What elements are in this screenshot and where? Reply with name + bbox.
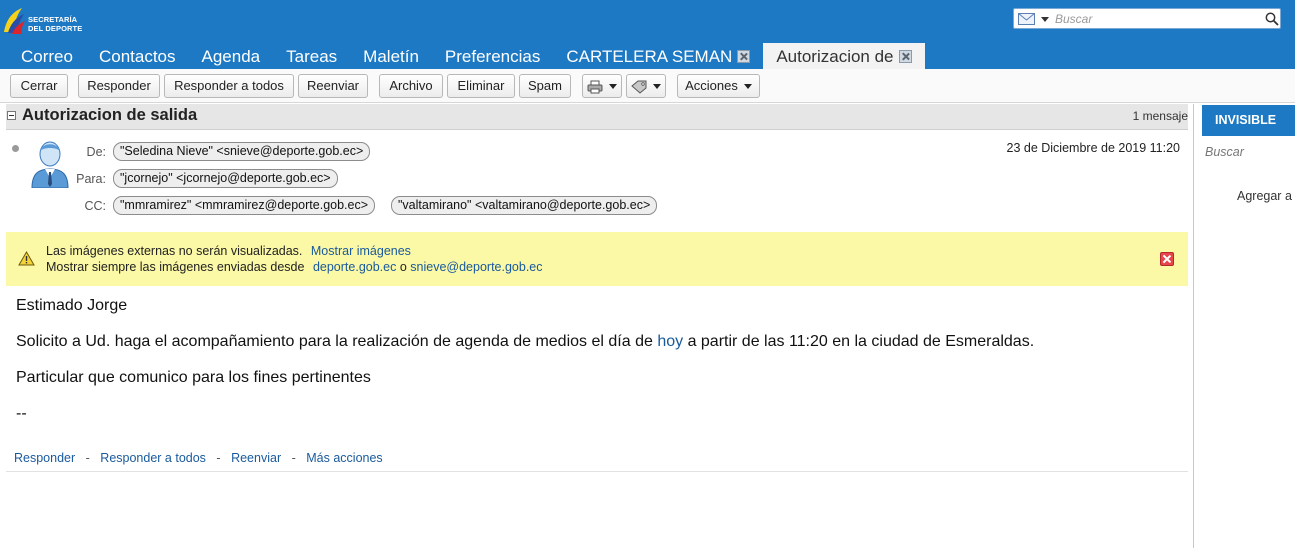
separator: - [291, 451, 296, 465]
tab-cartelera[interactable]: CARTELERA SEMAN [553, 43, 763, 69]
warning-icon [18, 251, 35, 266]
tab-maletin[interactable]: Maletín [350, 43, 432, 69]
to-label: Para: [76, 172, 106, 186]
tab-autorizacion[interactable]: Autorizacion de [763, 43, 925, 69]
separator: - [216, 451, 221, 465]
body-greeting: Estimado Jorge [16, 297, 128, 314]
tab-label: Contactos [98, 46, 176, 66]
right-panel-search[interactable]: Buscar [1205, 145, 1244, 159]
logo-line-2: DEL DEPORTE [28, 24, 83, 33]
tag-menu-button[interactable] [626, 74, 666, 98]
actions-menu-button[interactable]: Acciones [677, 74, 760, 98]
logo-text: SECRETARÍA DEL DEPORTE [28, 15, 82, 33]
footer-more-actions-link[interactable]: Más acciones [306, 451, 382, 465]
tab-label: Tareas [286, 46, 338, 66]
tab-label: Autorizacion de [776, 46, 894, 66]
body-text: a partir de las 11:20 en la ciudad de Es… [687, 333, 1035, 350]
footer-reply-link[interactable]: Responder [14, 451, 75, 465]
message-toolbar: Cerrar Responder Responder a todos Reenv… [0, 69, 1295, 103]
search-input[interactable] [1055, 11, 1260, 27]
close-warning-icon[interactable] [1160, 252, 1174, 266]
show-images-link[interactable]: Mostrar imágenes [311, 244, 411, 258]
message-date: 23 de Diciembre de 2019 11:20 [1006, 141, 1181, 155]
chevron-down-icon [743, 84, 752, 90]
tab-label: Maletín [363, 46, 419, 66]
from-label: De: [86, 145, 106, 159]
mail-icon[interactable] [1018, 13, 1035, 25]
tab-agenda[interactable]: Agenda [189, 43, 274, 69]
body-closing: Particular que comunico para los fines p… [16, 369, 371, 386]
tab-preferencias[interactable]: Preferencias [432, 43, 553, 69]
top-bar: SECRETARÍA DEL DEPORTE Correo Contactos … [0, 0, 1295, 69]
close-tab-icon[interactable] [737, 49, 751, 63]
right-panel-add[interactable]: Agregar a [1237, 189, 1292, 203]
read-status-dot[interactable] [12, 145, 19, 152]
archive-button[interactable]: Archivo [379, 74, 443, 98]
logo-emblem-icon [4, 8, 25, 34]
cc-address-bubble[interactable]: "mmramirez" <mmramirez@deporte.gob.ec> [113, 196, 376, 215]
message-footer-actions: Responder - Responder a todos - Reenviar… [14, 451, 383, 465]
tab-label: Correo [21, 46, 73, 66]
conversation-header: Autorizacion de salida 1 mensaje [6, 104, 1188, 130]
close-tab-icon[interactable] [898, 49, 912, 63]
always-show-domain-link[interactable]: deporte.gob.ec [313, 260, 396, 274]
delete-button[interactable]: Eliminar [447, 74, 515, 98]
body-signature: -- [16, 405, 27, 422]
to-address-bubble[interactable]: "jcornejo" <jcornejo@deporte.gob.ec> [113, 169, 338, 188]
tab-correo[interactable]: Correo [0, 43, 86, 69]
forward-button[interactable]: Reenviar [298, 74, 368, 98]
actions-label: Acciones [685, 78, 738, 93]
tab-label: CARTELERA SEMAN [566, 46, 733, 66]
body-text: Solicito a Ud. haga el acompañamiento pa… [16, 333, 653, 350]
external-images-warning: Las imágenes externas no serán visualiza… [6, 232, 1188, 286]
warning-line-1: Las imágenes externas no serán visualiza… [46, 244, 411, 258]
warning-text: Mostrar siempre las imágenes enviadas de… [46, 260, 305, 274]
tab-tareas[interactable]: Tareas [273, 43, 350, 69]
warning-text: Las imágenes externas no serán visualiza… [46, 244, 303, 258]
tab-label: Preferencias [444, 46, 541, 66]
close-button[interactable]: Cerrar [10, 74, 68, 98]
print-menu-button[interactable] [582, 74, 622, 98]
footer-reply-all-link[interactable]: Responder a todos [100, 451, 206, 465]
chevron-down-icon [609, 84, 617, 90]
warning-or-text: o [399, 260, 407, 274]
panel-divider[interactable] [1193, 104, 1194, 548]
global-search [1013, 8, 1281, 29]
search-icon[interactable] [1265, 12, 1279, 26]
always-show-sender-link[interactable]: snieve@deporte.gob.ec [410, 260, 542, 274]
conversation-title: Autorizacion de salida [22, 106, 198, 124]
spam-button[interactable]: Spam [519, 74, 571, 98]
chevron-down-icon [653, 84, 661, 90]
tag-icon [631, 80, 647, 94]
footer-forward-link[interactable]: Reenviar [231, 451, 281, 465]
collapse-icon[interactable] [7, 111, 16, 120]
cc-address-bubble[interactable]: "valtamirano" <valtamirano@deporte.gob.e… [391, 196, 658, 215]
warning-line-2: Mostrar siempre las imágenes enviadas de… [46, 260, 543, 274]
search-type-dropdown-icon[interactable] [1041, 17, 1049, 22]
message-count: 1 mensaje [1132, 109, 1188, 123]
printer-icon [587, 80, 603, 94]
separator: - [85, 451, 90, 465]
app-tabs: Correo Contactos Agenda Tareas Maletín P… [0, 43, 925, 69]
from-address-bubble[interactable]: "Seledina Nieve" <snieve@deporte.gob.ec> [113, 142, 371, 161]
brand-logo[interactable]: SECRETARÍA DEL DEPORTE [2, 6, 92, 36]
cc-label: CC: [84, 199, 106, 213]
date-link[interactable]: hoy [657, 333, 683, 350]
reply-all-button[interactable]: Responder a todos [164, 74, 294, 98]
divider [6, 471, 1188, 472]
tab-contactos[interactable]: Contactos [86, 43, 189, 69]
tab-label: Agenda [201, 46, 261, 66]
logo-line-1: SECRETARÍA [28, 15, 78, 24]
right-panel-header[interactable]: INVISIBLE [1202, 105, 1295, 136]
body-paragraph: Solicito a Ud. haga el acompañamiento pa… [16, 333, 1034, 351]
reply-button[interactable]: Responder [78, 74, 160, 98]
